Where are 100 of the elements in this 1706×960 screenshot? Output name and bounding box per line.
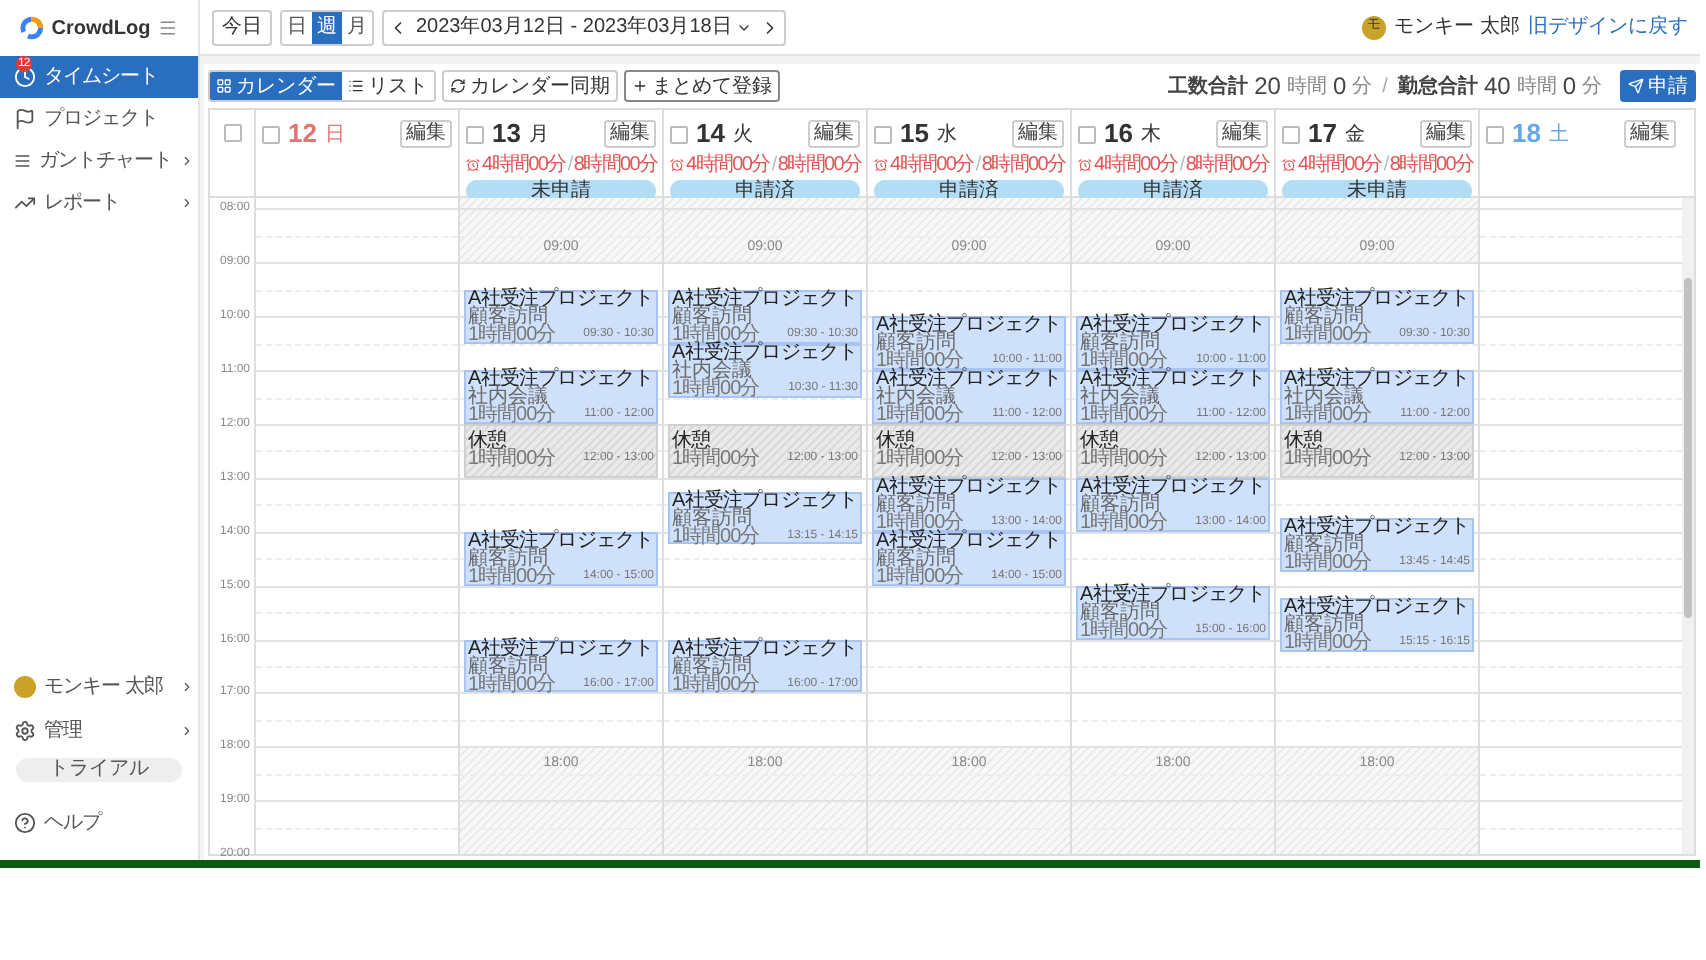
edit-button[interactable]: 編集 <box>808 120 860 148</box>
today-button[interactable]: 今日 <box>212 9 272 45</box>
checkbox[interactable] <box>670 125 688 143</box>
duration: 1時間00分 <box>1284 450 1372 469</box>
scrollbar[interactable] <box>1682 198 1694 854</box>
task-name: 顧客訪問 <box>468 549 548 568</box>
separator: / <box>975 154 980 176</box>
duration: 1時間00分 <box>876 406 964 425</box>
action-button[interactable]: カレンダー同期 <box>442 70 618 102</box>
user-name: モンキー 太郎 <box>1394 13 1520 42</box>
task-name: 顧客訪問 <box>468 657 548 676</box>
entry-title: 休憩 <box>876 432 915 451</box>
item-icon <box>14 66 36 88</box>
total-hours: 20 <box>1254 70 1281 104</box>
scheduled-time: 8時間00分 <box>1185 154 1270 176</box>
submit-button[interactable]: 申請 <box>1620 70 1696 102</box>
checkbox[interactable] <box>1282 125 1300 143</box>
separator: / <box>567 154 572 176</box>
task-name: 顧客訪問 <box>672 307 752 326</box>
sidebar-item[interactable]: 管理 <box>0 708 198 752</box>
checkbox[interactable] <box>466 125 484 143</box>
sidebar-item[interactable]: レポート <box>0 182 198 224</box>
edit-button[interactable]: 編集 <box>400 120 452 148</box>
action-button[interactable]: まとめて登録 <box>624 70 780 102</box>
scheduled-time: 8時間00分 <box>981 154 1066 176</box>
day-number: 13 <box>492 116 521 153</box>
edit-button[interactable]: 編集 <box>1624 120 1676 148</box>
worked-time: 4時間00分 <box>482 154 566 176</box>
total-label: 工数合計 <box>1168 73 1249 101</box>
alarm-icon <box>466 158 480 172</box>
checkbox[interactable] <box>223 124 241 142</box>
task-name: 社内会議 <box>1080 388 1160 407</box>
task-name: 顧客訪問 <box>1284 536 1364 554</box>
duration: 1時間00分 <box>1080 513 1168 532</box>
sidebar-item[interactable]: ガントチャート <box>0 140 198 182</box>
day-number: 17 <box>1308 116 1337 153</box>
chevron-icon <box>180 723 194 737</box>
entry-title: 休憩 <box>468 432 507 451</box>
entry-title: A社受注プロジェクト <box>876 531 1062 550</box>
edit-button[interactable]: 編集 <box>1216 120 1268 148</box>
worked-time: 4時間00分 <box>1298 154 1382 176</box>
edit-button[interactable]: 編集 <box>1012 120 1064 148</box>
alarm-icon <box>874 158 888 172</box>
duration: 1時間00分 <box>1284 554 1372 572</box>
worked-time: 4時間00分 <box>890 154 974 176</box>
chevron-icon <box>180 154 194 168</box>
mode-tab[interactable]: カレンダー <box>210 72 342 100</box>
duration: 1時間00分 <box>1284 406 1372 425</box>
trial-badge: トライアル <box>16 758 182 782</box>
duration: 1時間00分 <box>1284 634 1372 653</box>
edit-button[interactable]: 編集 <box>604 120 656 148</box>
sidebar-item[interactable]: モンキー 太郎 <box>0 664 198 708</box>
day-number: 12 <box>288 116 317 153</box>
logo-icon <box>20 16 44 40</box>
checkbox[interactable] <box>1486 125 1504 143</box>
unit: 時間 <box>1516 73 1557 101</box>
duration: 1時間00分 <box>468 450 556 469</box>
app-name: CrowdLog <box>51 15 151 43</box>
checkbox[interactable] <box>874 125 892 143</box>
checkbox[interactable] <box>262 125 280 143</box>
sidebar-item[interactable]: ヘルプ <box>0 800 198 844</box>
plus-icon <box>632 78 648 94</box>
total-minutes: 0 <box>1332 70 1347 104</box>
entry-title: 休憩 <box>672 432 711 451</box>
total-minutes: 0 <box>1562 70 1576 104</box>
scheduled-time: 8時間00分 <box>573 154 658 176</box>
edit-button[interactable]: 編集 <box>1420 120 1472 148</box>
weekday: 日 <box>324 121 345 149</box>
day-number: 15 <box>900 116 929 153</box>
chevron-icon <box>180 196 194 210</box>
entry-title: A社受注プロジェクト <box>1080 370 1266 389</box>
refresh-icon <box>450 78 466 94</box>
view-tab[interactable]: 月 <box>342 11 372 43</box>
sidebar-item[interactable]: プロジェクト <box>0 98 198 140</box>
separator: / <box>1383 154 1388 176</box>
alarm-icon <box>1282 158 1296 172</box>
day-number: 16 <box>1104 116 1133 153</box>
entry-title: A社受注プロジェクト <box>468 289 654 308</box>
entry-title: A社受注プロジェクト <box>672 343 858 362</box>
task-name: 顧客訪問 <box>1080 495 1160 514</box>
task-name: 顧客訪問 <box>468 307 548 326</box>
old-design-link[interactable]: 旧デザインに戻す <box>1528 12 1688 42</box>
menu-icon[interactable] <box>158 18 178 38</box>
entry-title: 休憩 <box>1284 432 1323 451</box>
help-icon <box>14 811 36 833</box>
grid-icon <box>216 78 232 94</box>
entry-title: A社受注プロジェクト <box>876 370 1062 389</box>
item-icon <box>14 150 31 172</box>
task-name: 社内会議 <box>876 388 956 407</box>
entry-title: 休憩 <box>1080 432 1119 451</box>
entry-title: A社受注プロジェクト <box>1284 370 1470 389</box>
alarm-icon <box>670 158 684 172</box>
weekday: 月 <box>528 121 549 149</box>
item-icon <box>14 192 36 214</box>
chevron-icon <box>180 679 194 693</box>
checkbox[interactable] <box>1078 125 1096 143</box>
alarm-icon <box>1078 158 1092 172</box>
date-range-dropdown[interactable]: 2023年03月12日 - 2023年03月18日 <box>412 12 756 42</box>
day-number: 14 <box>696 116 725 153</box>
view-tab[interactable]: 週 <box>312 11 342 43</box>
